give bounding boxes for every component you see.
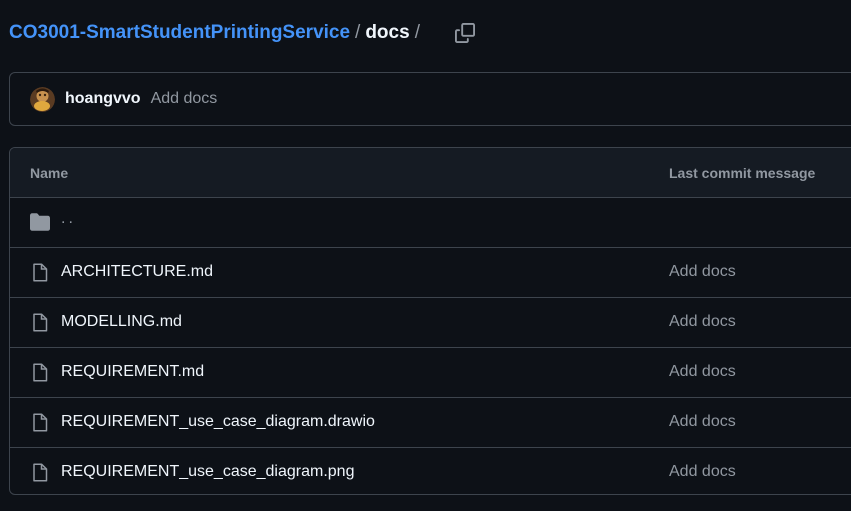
- table-row[interactable]: REQUIREMENT.md Add docs: [10, 348, 851, 398]
- file-commit-message-link[interactable]: Add docs: [669, 363, 736, 381]
- table-row[interactable]: MODELLING.md Add docs: [10, 298, 851, 348]
- avatar-image: [30, 86, 55, 112]
- copy-path-button[interactable]: [451, 19, 479, 47]
- commit-message-link[interactable]: Add docs: [151, 90, 218, 108]
- file-icon: [30, 262, 50, 282]
- file-name-link[interactable]: MODELLING.md: [61, 313, 182, 331]
- avatar[interactable]: [30, 86, 55, 112]
- breadcrumb: CO3001-SmartStudentPrintingService / doc…: [9, 18, 425, 48]
- table-row[interactable]: REQUIREMENT_use_case_diagram.drawio Add …: [10, 398, 851, 448]
- table-header: Name Last commit message: [10, 148, 851, 198]
- file-commit-message-link[interactable]: Add docs: [669, 463, 736, 481]
- file-icon: [30, 362, 50, 382]
- latest-commit-box: hoangvvo Add docs: [9, 72, 851, 126]
- column-header-last-commit: Last commit message: [669, 165, 816, 181]
- breadcrumb-current-folder: docs: [365, 22, 410, 43]
- copy-icon: [455, 23, 475, 43]
- file-name-link[interactable]: REQUIREMENT_use_case_diagram.drawio: [61, 413, 375, 431]
- column-header-name: Name: [30, 165, 69, 181]
- file-icon: [30, 462, 50, 482]
- parent-directory-link[interactable]: ..: [61, 210, 76, 228]
- table-row[interactable]: ARCHITECTURE.md Add docs: [10, 248, 851, 298]
- file-name-link[interactable]: REQUIREMENT_use_case_diagram.png: [61, 463, 354, 481]
- file-icon: [30, 312, 50, 332]
- file-name-link[interactable]: REQUIREMENT.md: [61, 363, 204, 381]
- repo-directory-page: CO3001-SmartStudentPrintingService / doc…: [0, 0, 851, 511]
- table-row[interactable]: REQUIREMENT_use_case_diagram.png Add doc…: [10, 448, 851, 494]
- file-table: Name Last commit message .. ARCHITECTURE…: [9, 147, 851, 495]
- file-commit-message-link[interactable]: Add docs: [669, 313, 736, 331]
- table-row-parent-directory[interactable]: ..: [10, 198, 851, 248]
- breadcrumb-repo-link[interactable]: CO3001-SmartStudentPrintingService: [9, 22, 350, 44]
- file-commit-message-link[interactable]: Add docs: [669, 263, 736, 281]
- breadcrumb-separator: /: [355, 22, 361, 43]
- file-icon: [30, 412, 50, 432]
- breadcrumb-trailing-separator: /: [414, 22, 420, 43]
- file-commit-message-link[interactable]: Add docs: [669, 413, 736, 431]
- folder-icon: [30, 212, 50, 232]
- file-name-link[interactable]: ARCHITECTURE.md: [61, 263, 213, 281]
- commit-author-link[interactable]: hoangvvo: [65, 90, 141, 108]
